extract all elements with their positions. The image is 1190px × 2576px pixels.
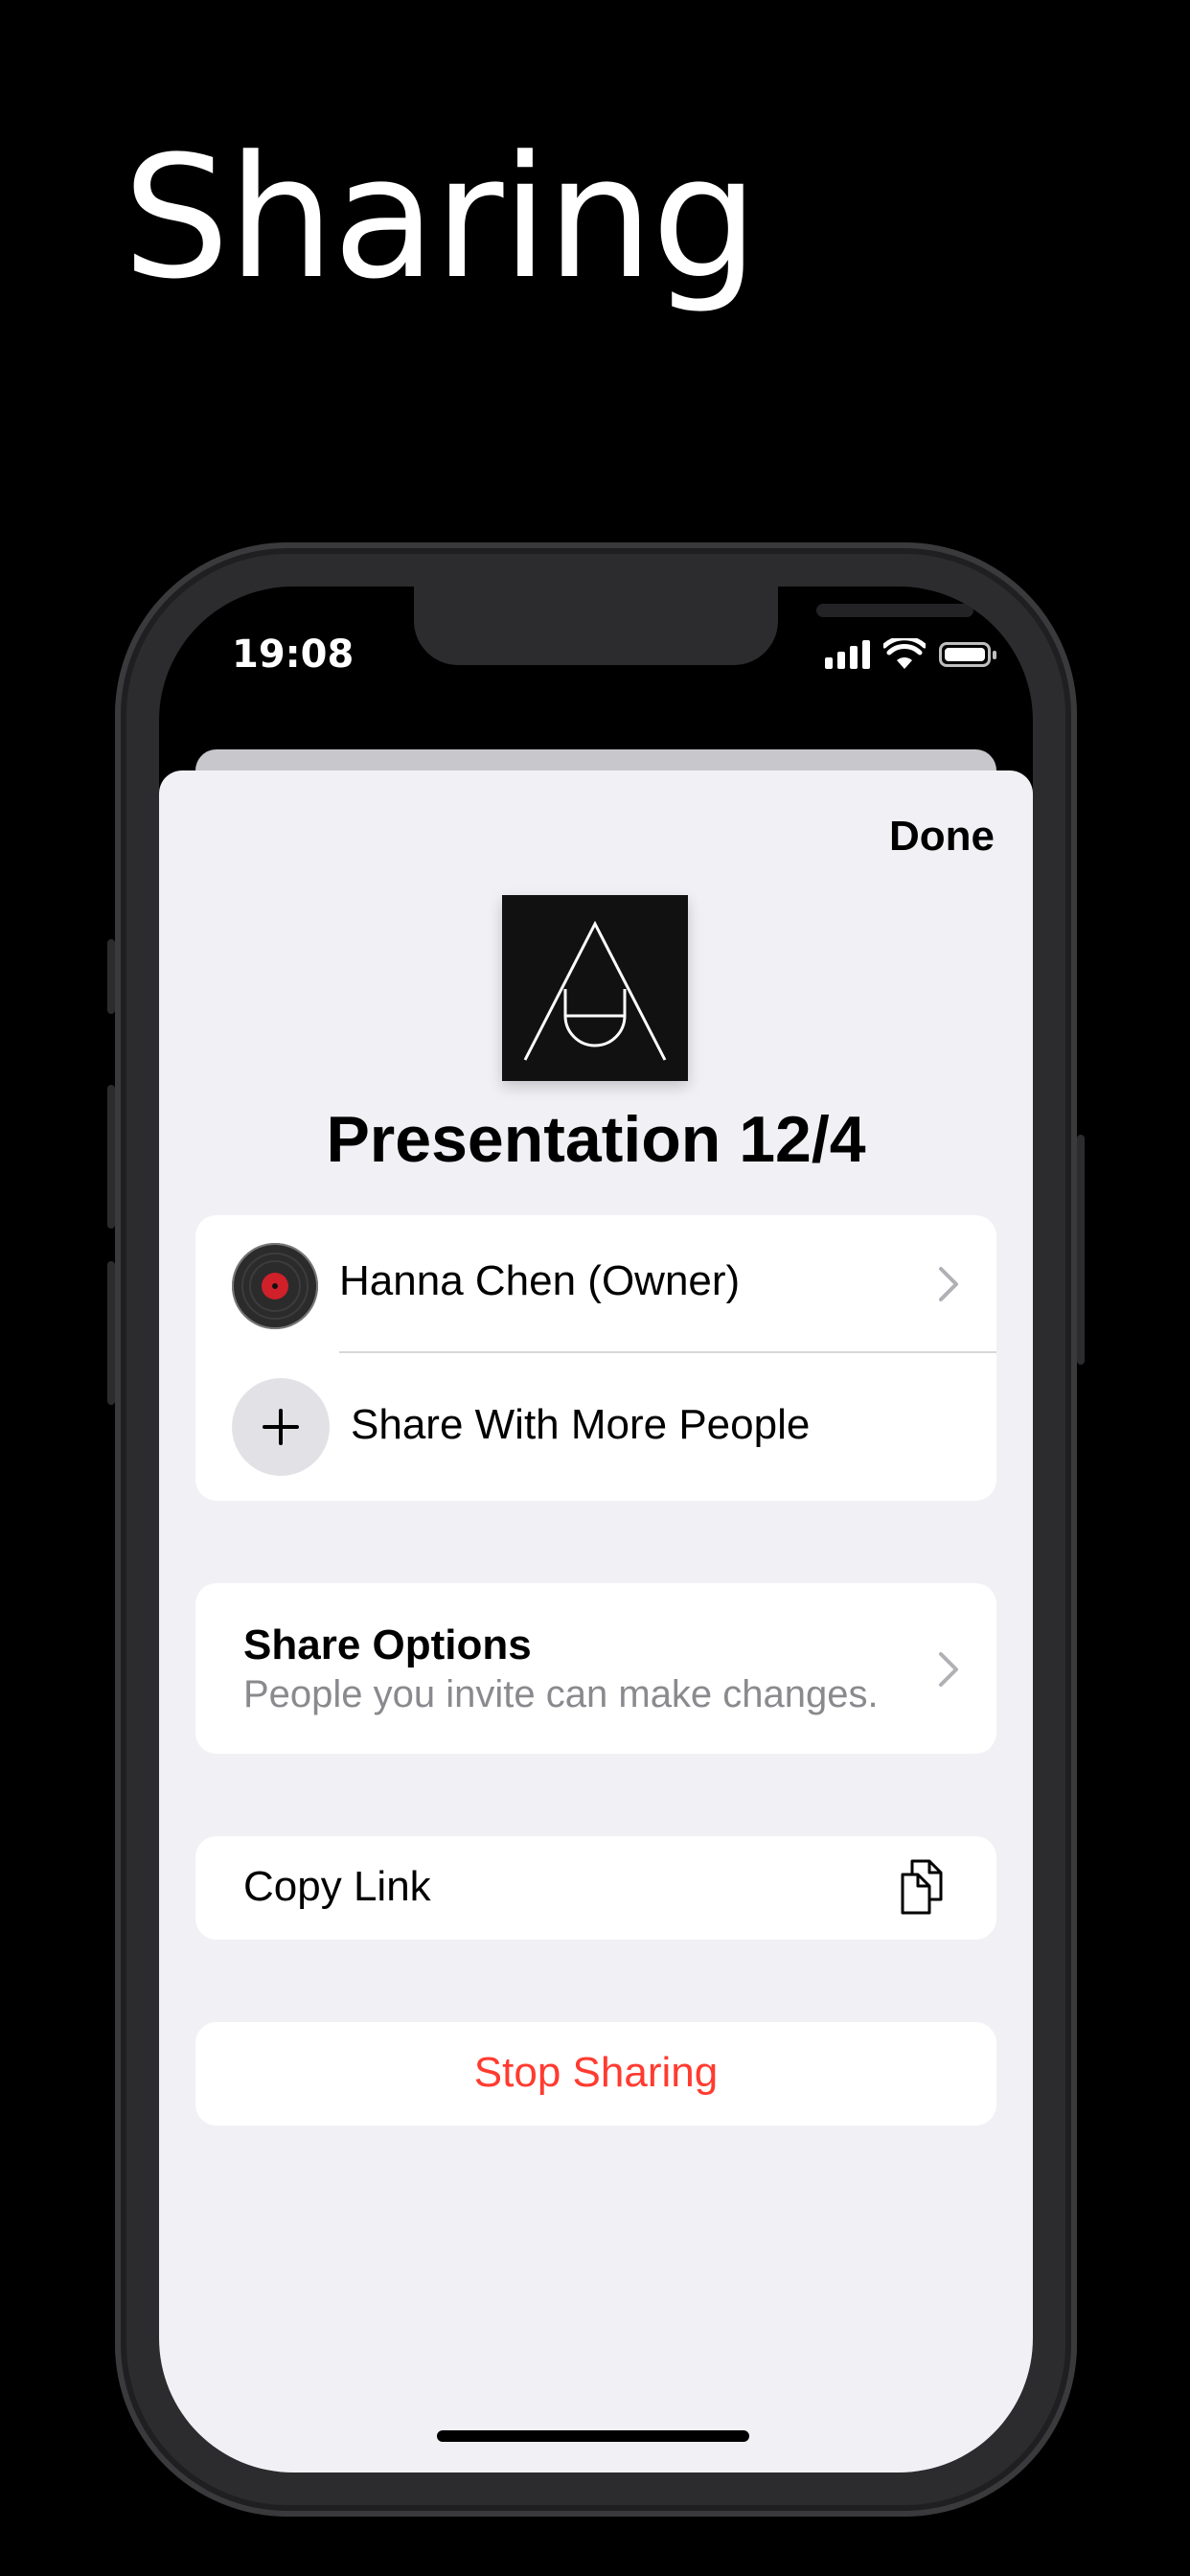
volume-up-button (107, 1085, 115, 1229)
document-title: Presentation 12/4 (326, 1103, 866, 1176)
chevron-right-icon (939, 1267, 958, 1301)
share-sheet: Done Presentation 12/4 Hanna Chen (Owner… (159, 770, 1033, 2472)
avatar-record-icon (232, 1243, 318, 1329)
share-options-title: Share Options (243, 1622, 532, 1668)
avatar (232, 1243, 318, 1329)
row-divider (339, 1351, 996, 1353)
owner-row[interactable]: Hanna Chen (Owner) (195, 1215, 996, 1357)
signal-icon (825, 640, 870, 669)
status-time: 19:08 (232, 632, 355, 677)
owner-name: Hanna Chen (Owner) (339, 1257, 741, 1304)
add-person-button (232, 1378, 330, 1476)
share-options-subtitle: People you invite can make changes. (243, 1673, 879, 1715)
wifi-icon (883, 638, 926, 669)
share-more-row[interactable]: Share With More People (195, 1355, 996, 1501)
app-logo-icon (523, 920, 667, 1061)
power-button (1077, 1135, 1085, 1365)
status-icons (825, 638, 996, 671)
phone-frame: 19:08 Done Presentation 12/4 Hanna Chen … (107, 542, 1085, 2517)
plus-icon (263, 1409, 299, 1445)
share-options-card[interactable]: Share Options People you invite can make… (195, 1583, 996, 1754)
share-more-label: Share With More People (351, 1401, 811, 1448)
stop-sharing-button[interactable]: Stop Sharing (195, 2022, 996, 2126)
home-indicator (437, 2430, 749, 2442)
volume-down-button (107, 1261, 115, 1405)
mute-switch (107, 939, 115, 1014)
copy-icon (901, 1859, 943, 1915)
chevron-right-icon (939, 1652, 958, 1687)
speaker-grille (816, 604, 973, 617)
notch (414, 586, 973, 665)
people-card: Hanna Chen (Owner) Share With More Peopl… (195, 1215, 996, 1501)
copy-link-card[interactable]: Copy Link (195, 1836, 996, 1940)
battery-icon (939, 642, 996, 667)
document-thumbnail (502, 895, 688, 1081)
copy-link-label: Copy Link (243, 1863, 431, 1910)
stop-sharing-label: Stop Sharing (473, 2049, 719, 2096)
hero-title: Sharing (123, 120, 759, 316)
phone-screen: 19:08 Done Presentation 12/4 Hanna Chen … (159, 586, 1033, 2472)
done-button[interactable]: Done (889, 813, 995, 861)
